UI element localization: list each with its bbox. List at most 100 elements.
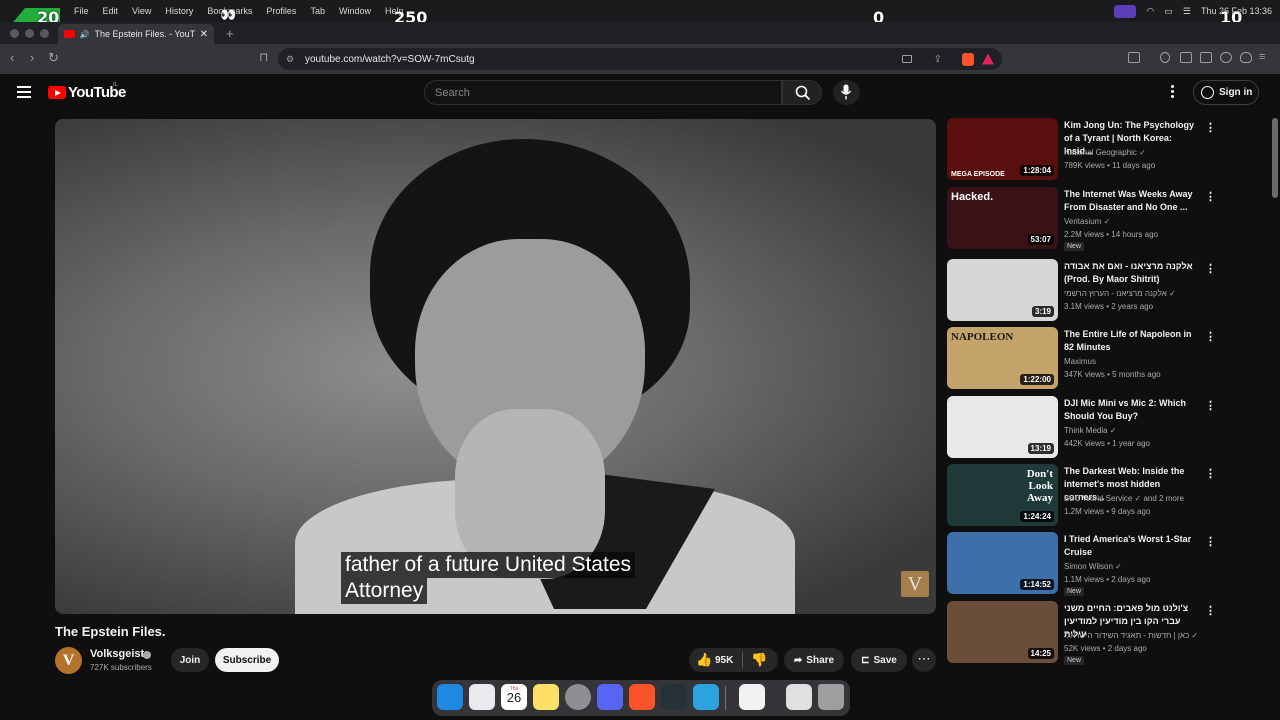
share-page-icon[interactable]: ⇪ (934, 54, 942, 65)
reload-icon[interactable]: ↻ (48, 50, 59, 66)
control-center-icon[interactable]: ☰ (1183, 6, 1191, 17)
activity-monitor-icon[interactable] (661, 684, 687, 710)
recommendation-card[interactable]: 1:14:52 I Tried America's Worst 1-Star Cr… (947, 532, 1227, 596)
reader-icon[interactable] (1180, 52, 1192, 63)
recommendation-card[interactable]: 14:25 צ'ולנט מול פאבים: החיים משני עברי ה… (947, 601, 1227, 665)
scrollbar[interactable] (1272, 118, 1278, 198)
recommendation-card[interactable]: MEGA EPISODE 1:28:04 Kim Jong Un: The Psyc… (947, 118, 1227, 182)
brave-browser-icon[interactable] (629, 684, 655, 710)
recommendation-thumbnail[interactable]: 14:25 (947, 601, 1058, 663)
zoom-window-button[interactable] (40, 29, 49, 38)
wifi-icon[interactable]: ◠ (1146, 6, 1154, 17)
address-bar[interactable]: ⚙ youtube.com/watch?v=SOW-7mCsutg ⇪ (278, 48, 1002, 70)
save-button[interactable]: ⊏ Save (851, 648, 907, 672)
minimize-window-button[interactable] (25, 29, 34, 38)
recommendation-menu-icon[interactable]: ⋮ (1205, 121, 1216, 134)
recommendation-card[interactable]: 3:19 אלקנה מרציאנו - ואם את אבודה (Prod. … (947, 259, 1227, 323)
telegram-icon[interactable] (693, 684, 719, 710)
recommendation-thumbnail[interactable]: 1:14:52 (947, 532, 1058, 594)
sidebar-toggle-icon[interactable] (1128, 52, 1140, 63)
site-info-icon[interactable]: ⚙ (286, 54, 294, 65)
new-tab-button[interactable]: + (226, 26, 234, 41)
recommendation-title[interactable]: I Tried America's Worst 1-Star Cruise (1064, 533, 1200, 559)
channel-watermark-logo[interactable]: V (901, 571, 929, 597)
menu-history[interactable]: History (165, 6, 193, 16)
close-window-button[interactable] (10, 29, 19, 38)
document-icon[interactable] (786, 684, 812, 710)
recommendation-channel[interactable]: BBC World Service ✓ and 2 more (1064, 494, 1184, 503)
channel-avatar[interactable]: V (55, 647, 82, 674)
menu-view[interactable]: View (132, 6, 151, 16)
launchpad-icon[interactable] (469, 684, 495, 710)
forward-icon[interactable]: › (30, 50, 34, 65)
system-settings-icon[interactable] (565, 684, 591, 710)
menu-edit[interactable]: Edit (103, 6, 119, 16)
menu-tab[interactable]: Tab (310, 6, 325, 16)
recommendation-menu-icon[interactable]: ⋮ (1205, 262, 1216, 275)
search-input[interactable]: Search (424, 80, 782, 105)
voice-search-button[interactable] (833, 80, 860, 105)
subscribe-button[interactable]: Subscribe (215, 648, 279, 672)
recommendation-card[interactable]: 13:19 DJI Mic Mini vs Mic 2: Which Should… (947, 396, 1227, 460)
search-button[interactable] (782, 80, 822, 105)
settings-more-icon[interactable] (1171, 85, 1175, 100)
recommendation-menu-icon[interactable]: ⋮ (1205, 535, 1216, 548)
channel-name[interactable]: Volksgeist (90, 648, 144, 660)
share-button[interactable]: ➦ Share (784, 648, 844, 672)
recommendation-thumbnail[interactable]: NAPOLEON 1:22:00 (947, 327, 1058, 389)
guide-menu-icon[interactable] (17, 86, 31, 98)
menu-profiles[interactable]: Profiles (266, 6, 296, 16)
finder-icon[interactable] (437, 684, 463, 710)
recommendation-menu-icon[interactable]: ⋮ (1205, 467, 1216, 480)
recommendation-menu-icon[interactable]: ⋮ (1205, 330, 1216, 343)
recommendation-thumbnail[interactable]: 3:19 (947, 259, 1058, 321)
menu-window[interactable]: Window (339, 6, 371, 16)
recommendation-title[interactable]: DJI Mic Mini vs Mic 2: Which Should You … (1064, 397, 1200, 423)
recommendation-menu-icon[interactable]: ⋮ (1205, 190, 1216, 203)
recommendation-channel[interactable]: Maximus (1064, 357, 1096, 366)
sign-in-button[interactable]: Sign in (1193, 80, 1259, 105)
recommendation-menu-icon[interactable]: ⋮ (1205, 399, 1216, 412)
leo-ai-icon[interactable] (1220, 52, 1232, 63)
recommendation-channel[interactable]: Simon Wilson ✓ (1064, 562, 1122, 571)
recommendation-menu-icon[interactable]: ⋮ (1205, 604, 1216, 617)
recommendation-title[interactable]: The Internet Was Weeks Away From Disaste… (1064, 188, 1200, 214)
brave-rewards-icon[interactable] (982, 53, 994, 65)
browser-menu-icon[interactable]: ≡ (1259, 51, 1265, 63)
recommendation-channel[interactable]: כאן | חדשות - תאגיד השידור הישראלי ✓ (1064, 631, 1198, 640)
youtube-logo-icon[interactable] (48, 86, 66, 99)
media-icon[interactable] (1160, 52, 1170, 63)
like-count[interactable]: 95K (715, 655, 733, 666)
back-icon[interactable]: ‹ (10, 50, 14, 65)
recommendation-card[interactable]: Hacked. 53:07 The Internet Was Weeks Away … (947, 187, 1227, 251)
calendar-icon[interactable]: Thu 26 (501, 684, 527, 710)
status-app-icon[interactable] (1114, 4, 1137, 18)
recommendation-title[interactable]: The Entire Life of Napoleon in 82 Minute… (1064, 328, 1200, 354)
recommendation-channel[interactable]: National Geographic ✓ (1064, 148, 1146, 157)
brave-shields-icon[interactable] (962, 52, 974, 66)
video-player[interactable]: father of a future United States Attorne… (55, 119, 936, 614)
recommendation-card[interactable]: NAPOLEON 1:22:00 The Entire Life of Napole… (947, 327, 1227, 391)
recommendation-channel[interactable]: Veritasium ✓ (1064, 217, 1110, 226)
recommendation-thumbnail[interactable]: Don't Look Away 1:24:24 (947, 464, 1058, 526)
close-tab-icon[interactable]: ✕ (200, 29, 208, 40)
join-button[interactable]: Join (171, 648, 209, 672)
speaker-icon[interactable]: 🔊 (80, 30, 90, 39)
recommendation-title[interactable]: אלקנה מרציאנו - ואם את אבודה (Prod. By M… (1064, 260, 1200, 286)
bookmark-icon[interactable]: ⊓ (259, 50, 268, 64)
cast-icon[interactable] (902, 55, 912, 63)
dislike-icon[interactable]: 👎 (751, 652, 767, 668)
battery-icon[interactable]: ▭ (1164, 6, 1173, 17)
recommendation-thumbnail[interactable]: 13:19 (947, 396, 1058, 458)
notes-icon[interactable] (533, 684, 559, 710)
recommendation-channel[interactable]: Think Media ✓ (1064, 426, 1117, 435)
browser-tab-active[interactable]: 🔊 The Epstein Files. - YouTube ✕ (58, 24, 214, 44)
recommendation-channel[interactable]: אלקנה מרציאנו - הערוץ הרשמי ✓ (1064, 289, 1176, 298)
discord-icon[interactable] (597, 684, 623, 710)
recommendation-card[interactable]: Don't Look Away 1:24:24 The Darkest Web: I… (947, 464, 1227, 528)
recommendation-thumbnail[interactable]: Hacked. 53:07 (947, 187, 1058, 249)
wallet-icon[interactable] (1200, 52, 1212, 63)
menu-file[interactable]: File (74, 6, 89, 16)
preview-icon[interactable] (739, 684, 765, 710)
trash-icon[interactable] (818, 684, 844, 710)
